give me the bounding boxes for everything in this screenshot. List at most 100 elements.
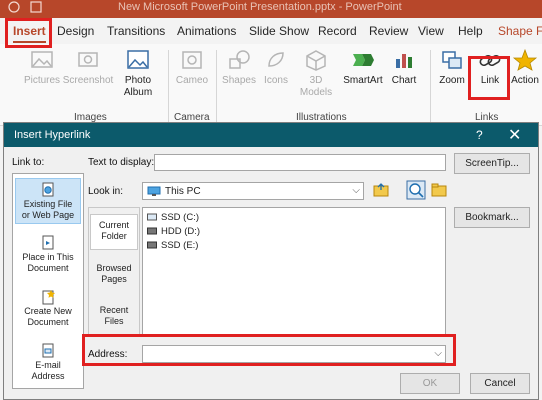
link-icon: [479, 54, 501, 67]
link-place-in-document[interactable]: Place in This Document: [15, 232, 81, 276]
link-email-label-1: E-mail: [35, 360, 61, 370]
bookmark-button[interactable]: Bookmark...: [454, 207, 530, 228]
ok-button[interactable]: OK: [400, 373, 460, 394]
tab-view[interactable]: View: [418, 24, 444, 38]
photo-album-button[interactable]: Photo Album: [116, 48, 160, 99]
chart-icon: [396, 54, 412, 68]
text-to-display-label: Text to display:: [88, 157, 155, 168]
nav-browsed-label-2: Pages: [101, 274, 127, 284]
action-button[interactable]: Action: [508, 48, 542, 87]
ribbon-tabs: Insert Design Transitions Animations Sli…: [0, 18, 542, 44]
browse-file-icon[interactable]: [430, 181, 448, 199]
nav-current-folder[interactable]: Current Folder: [90, 214, 138, 250]
cameo-icon: [182, 51, 202, 69]
shapes-button[interactable]: Shapes: [220, 48, 258, 87]
group-separator: [168, 50, 169, 122]
pictures-icon: [31, 51, 53, 68]
this-pc-icon: [147, 186, 161, 196]
zoom-icon: [442, 51, 462, 69]
drive-icon: [147, 241, 157, 249]
tab-insert[interactable]: Insert: [13, 24, 46, 43]
nav-current-label-1: Current: [98, 220, 129, 230]
place-document-icon: [42, 235, 54, 250]
tab-animations[interactable]: Animations: [177, 24, 236, 38]
smartart-button[interactable]: SmartArt: [340, 48, 386, 87]
drive-label: SSD (C:): [161, 212, 199, 223]
file-list: SSD (C:) HDD (D:) SSD (E:): [142, 207, 446, 335]
link-existing-label-2: or Web Page: [21, 210, 75, 220]
screenshot-icon: [78, 52, 98, 67]
link-label: Link: [480, 75, 500, 86]
save-icon[interactable]: [30, 1, 42, 13]
dialog-title: Insert Hyperlink: [14, 129, 91, 141]
list-item[interactable]: HDD (D:): [147, 226, 200, 237]
photo-album-label-1: Photo: [124, 75, 152, 86]
group-separator: [430, 50, 431, 122]
tab-slide-show[interactable]: Slide Show: [249, 24, 309, 38]
chart-button[interactable]: Chart: [386, 48, 422, 87]
up-folder-icon[interactable]: [372, 181, 390, 199]
list-item[interactable]: SSD (E:): [147, 240, 198, 251]
link-email-label-2: Address: [31, 371, 65, 381]
3d-models-label-2: Models: [299, 87, 333, 98]
shapes-icon: [229, 50, 250, 69]
group-separator: [216, 50, 217, 122]
tab-help[interactable]: Help: [458, 24, 483, 38]
link-create-new-document[interactable]: Create New Document: [15, 286, 81, 330]
ribbon: Pictures Screenshot Photo Album Cameo Sh…: [0, 44, 542, 126]
new-document-icon: [42, 290, 55, 305]
icons-icon: [268, 52, 284, 67]
photo-album-label-2: Album: [123, 87, 153, 98]
globe-document-icon: [42, 182, 54, 197]
smartart-icon: [353, 54, 374, 66]
pictures-button[interactable]: Pictures: [20, 48, 64, 87]
link-place-label-2: Document: [27, 263, 69, 273]
text-to-display-input[interactable]: [154, 154, 446, 171]
tab-shape-format[interactable]: Shape Fo: [498, 24, 542, 38]
link-existing-label-1: Existing File: [23, 199, 73, 209]
nav-recent-label-1: Recent: [99, 305, 129, 315]
3d-models-button[interactable]: 3D Models: [294, 48, 338, 99]
link-existing-file[interactable]: Existing File or Web Page: [15, 178, 81, 224]
address-input[interactable]: ⌵: [142, 345, 446, 363]
list-item[interactable]: SSD (C:): [147, 212, 199, 223]
tab-design[interactable]: Design: [57, 24, 94, 38]
dialog-title-bar: Insert Hyperlink ? ✕: [4, 123, 538, 147]
screenshot-button[interactable]: Screenshot: [62, 48, 114, 87]
cameo-button[interactable]: Cameo: [172, 48, 212, 87]
link-place-label-1: Place in This: [22, 252, 74, 262]
tab-record[interactable]: Record: [318, 24, 357, 38]
tab-transitions[interactable]: Transitions: [107, 24, 165, 38]
link-email-address[interactable]: E-mail Address: [15, 340, 81, 384]
nav-recent-files[interactable]: Recent Files: [90, 300, 138, 332]
look-in-value: This PC: [165, 186, 201, 197]
cameo-label: Cameo: [175, 75, 209, 86]
screentip-button[interactable]: ScreenTip...: [454, 153, 530, 174]
tab-review[interactable]: Review: [369, 24, 408, 38]
autosave-icon[interactable]: [8, 1, 20, 13]
link-button[interactable]: Link: [472, 48, 508, 87]
chevron-down-icon: ⌵: [352, 185, 360, 196]
chevron-down-icon[interactable]: ⌵: [434, 348, 442, 359]
nav-browsed-label-1: Browsed: [96, 263, 132, 273]
help-button[interactable]: ?: [476, 128, 483, 142]
drive-icon: [147, 227, 157, 235]
browse-web-icon[interactable]: [406, 180, 426, 200]
app-title-bar: New Microsoft PowerPoint Presentation.pp…: [0, 0, 542, 18]
smartart-label: SmartArt: [343, 75, 383, 86]
shapes-label: Shapes: [222, 75, 256, 86]
email-icon: [42, 343, 54, 358]
cancel-button[interactable]: Cancel: [470, 373, 530, 394]
link-create-label-2: Document: [27, 317, 69, 327]
zoom-button[interactable]: Zoom: [434, 48, 470, 87]
insert-hyperlink-dialog: Insert Hyperlink ? ✕ Link to: Text to di…: [3, 122, 539, 400]
nav-current-label-2: Folder: [101, 231, 127, 241]
look-in-dropdown[interactable]: This PC ⌵: [142, 182, 364, 200]
close-button[interactable]: ✕: [508, 125, 521, 145]
nav-browsed-pages[interactable]: Browsed Pages: [90, 258, 138, 290]
star-icon: [512, 48, 538, 71]
icons-button[interactable]: Icons: [258, 48, 294, 87]
3d-models-label-1: 3D: [309, 75, 323, 86]
link-create-label-1: Create New: [24, 306, 72, 316]
drive-label: HDD (D:): [161, 226, 201, 237]
